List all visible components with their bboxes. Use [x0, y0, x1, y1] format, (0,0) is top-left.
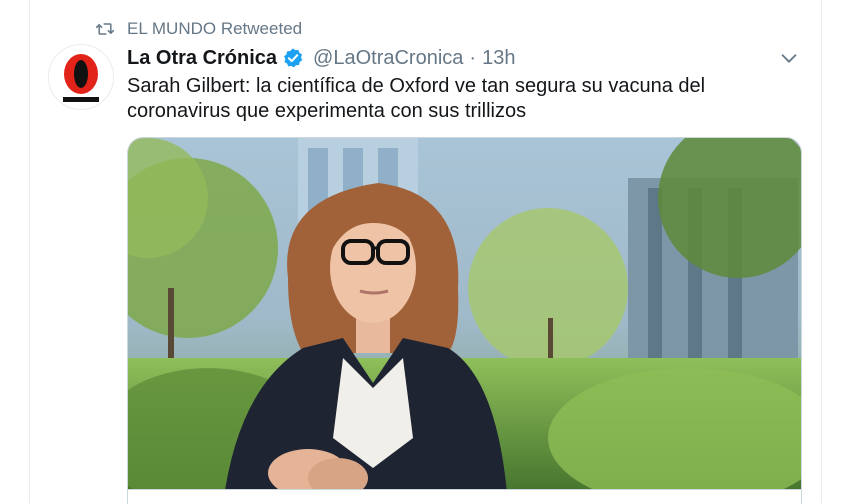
author-handle[interactable]: @LaOtraCronica	[313, 47, 463, 70]
tweet-header: La Otra Crónica @LaOtraCronica · 13h	[127, 44, 515, 72]
link-card-footer[interactable]	[128, 489, 801, 504]
woman-portrait-photo	[128, 138, 801, 504]
retweet-label[interactable]: EL MUNDO Retweeted	[127, 19, 302, 39]
chevron-down-icon[interactable]	[778, 47, 800, 69]
avatar[interactable]	[48, 44, 114, 110]
retweet-context[interactable]: EL MUNDO Retweeted	[95, 16, 302, 42]
verified-badge-icon	[284, 48, 303, 68]
author-name[interactable]: La Otra Crónica	[127, 47, 277, 70]
la-otra-cronica-logo	[49, 45, 113, 109]
tweet-media-photo[interactable]	[127, 137, 802, 504]
timestamp[interactable]: 13h	[482, 47, 515, 70]
separator-dot: ·	[469, 46, 477, 69]
tweet-text: Sarah Gilbert: la científica de Oxford v…	[127, 75, 706, 122]
retweet-icon	[95, 23, 115, 35]
